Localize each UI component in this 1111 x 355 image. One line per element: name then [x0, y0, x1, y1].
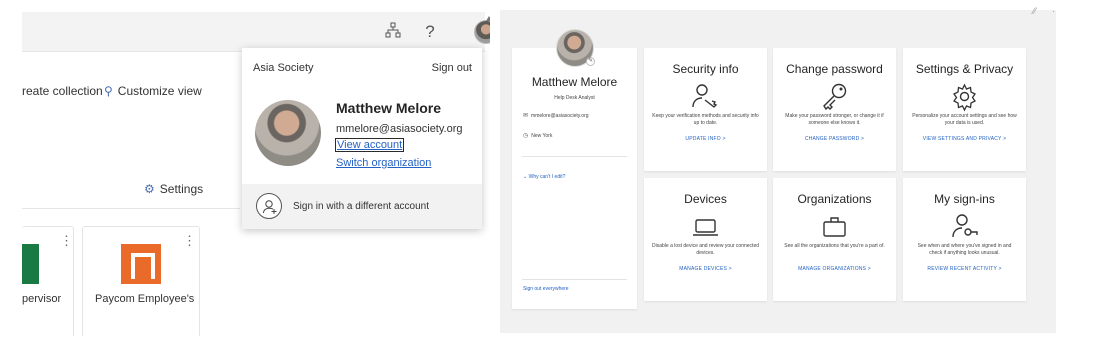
divider	[22, 208, 240, 209]
user-email: mmelore@asiasociety.org	[336, 123, 463, 135]
org-chart-icon[interactable]	[383, 22, 403, 42]
more-options-icon[interactable]: ⋮	[183, 233, 196, 249]
settings-button[interactable]: ⚙ Settings	[144, 182, 203, 196]
card-title: Devices	[684, 192, 727, 206]
customize-view-label: Customize view	[117, 84, 202, 98]
app-tile-paycom[interactable]: ⋮ Paycom Employee's	[82, 226, 200, 336]
more-options-icon[interactable]: ⋮	[60, 233, 73, 249]
card-title: My sign-ins	[934, 192, 995, 206]
card-title: Settings & Privacy	[915, 62, 1014, 76]
card-description: Personalize your account settings and se…	[912, 113, 1017, 126]
left-panel: ? reate collection ⚲ Customize view ⚙ Sett…	[0, 0, 490, 355]
avatar[interactable]: ✎	[556, 29, 595, 67]
person-key-icon	[952, 214, 978, 238]
card-title: Change password	[786, 62, 883, 76]
security-key-person-icon	[692, 84, 718, 108]
card-title: Security info	[672, 62, 739, 76]
corner-mark: ⁄⁄	[1033, 6, 1037, 16]
profile-location: New York	[531, 133, 553, 139]
customize-view-button[interactable]: ⚲ Customize view	[104, 84, 202, 98]
account-popup: Asia Society Sign out Matthew Melore mme…	[242, 48, 482, 229]
location-icon: ◷	[523, 133, 529, 139]
screenshot-root: ? reate collection ⚲ Customize view ⚙ Sett…	[0, 0, 1111, 355]
profile-name: Matthew Melore	[531, 75, 618, 89]
profile-card: ✎ Matthew Melore Help Desk Analyst ✉ mmel…	[512, 29, 637, 309]
paycom-icon	[121, 244, 161, 284]
profile-location-row: ◷ New York	[523, 132, 552, 139]
mail-icon: ✉	[523, 113, 529, 119]
view-account-link[interactable]: View account	[334, 138, 405, 152]
divider	[522, 279, 627, 280]
scroll-up-arrow-icon[interactable]	[486, 16, 490, 21]
card-description: See all the organizations that you're a …	[784, 243, 885, 249]
change-password-card[interactable]: Change password Make your password stron…	[773, 48, 896, 171]
profile-email-row: ✉ mmelore@asiasociety.org	[523, 112, 589, 119]
corner-mark: ·	[1052, 6, 1055, 16]
card-description: Keep your verification methods and secur…	[652, 113, 759, 126]
add-person-icon	[256, 193, 282, 219]
profile-job-title: Help Desk Analyst	[554, 95, 595, 101]
settings-privacy-card[interactable]: Settings & Privacy Personalize your acco…	[903, 48, 1026, 171]
why-cant-i-edit-label: Why can't I edit?	[528, 174, 566, 180]
organizations-card[interactable]: Organizations See all the organizations …	[773, 178, 896, 301]
edit-pencil-icon[interactable]: ✎	[586, 57, 595, 66]
briefcase-icon	[823, 217, 846, 237]
manage-organizations-link[interactable]: MANAGE ORGANIZATIONS >	[773, 266, 896, 272]
profile-email: mmelore@asiasociety.org	[531, 113, 589, 119]
card-description: See when and where you've signed in and …	[917, 243, 1012, 256]
security-info-card[interactable]: Security info Keep your verification met…	[644, 48, 767, 171]
app-tile-name: pervisor	[22, 293, 62, 305]
create-collection-button[interactable]: reate collection	[22, 84, 103, 98]
why-cant-i-edit-link[interactable]: ⌄ Why can't I edit?	[523, 174, 565, 180]
my-account-page: ⁄⁄ · ✎ Matthew Melore Help Desk Analyst …	[500, 6, 1056, 333]
view-settings-privacy-link[interactable]: VIEW SETTINGS AND PRIVACY >	[903, 136, 1026, 142]
laptop-icon	[693, 219, 718, 236]
app-tile[interactable]: ⋮ pervisor	[22, 226, 74, 336]
sign-in-different-account-label: Sign in with a different account	[293, 201, 430, 212]
app-tile-name: Paycom Employee's	[95, 293, 195, 305]
sign-in-different-account-button[interactable]: Sign in with a different account	[242, 184, 482, 229]
help-icon[interactable]: ?	[420, 22, 440, 42]
top-toolbar: ?	[22, 12, 490, 52]
review-recent-activity-link[interactable]: REVIEW RECENT ACTIVITY >	[903, 266, 1026, 272]
gear-icon: ⚙	[144, 182, 155, 196]
organization-name: Asia Society	[253, 62, 314, 74]
card-description: Disable a lost device and review your co…	[652, 243, 760, 256]
key-icon	[823, 83, 847, 111]
sign-out-link[interactable]: Sign out	[432, 62, 472, 74]
devices-card[interactable]: Devices Disable a lost device and review…	[644, 178, 767, 301]
divider	[522, 156, 627, 157]
switch-organization-link[interactable]: Switch organization	[336, 157, 431, 169]
sign-out-everywhere-link[interactable]: Sign out everywhere	[523, 286, 569, 292]
settings-label: Settings	[159, 182, 204, 196]
account-avatar-button[interactable]	[474, 20, 490, 44]
card-title: Organizations	[797, 192, 872, 206]
my-sign-ins-card[interactable]: My sign-ins See when and where you've si…	[903, 178, 1026, 301]
avatar	[255, 100, 321, 166]
magic-wand-icon: ⚲	[104, 84, 113, 98]
user-name: Matthew Melore	[336, 100, 442, 116]
gear-icon	[953, 83, 976, 112]
update-info-link[interactable]: UPDATE INFO >	[644, 136, 767, 142]
card-description: Make your password stronger, or change i…	[785, 113, 884, 126]
manage-devices-link[interactable]: MANAGE DEVICES >	[644, 266, 767, 272]
change-password-link[interactable]: CHANGE PASSWORD >	[773, 136, 896, 142]
green-app-icon	[22, 244, 39, 284]
